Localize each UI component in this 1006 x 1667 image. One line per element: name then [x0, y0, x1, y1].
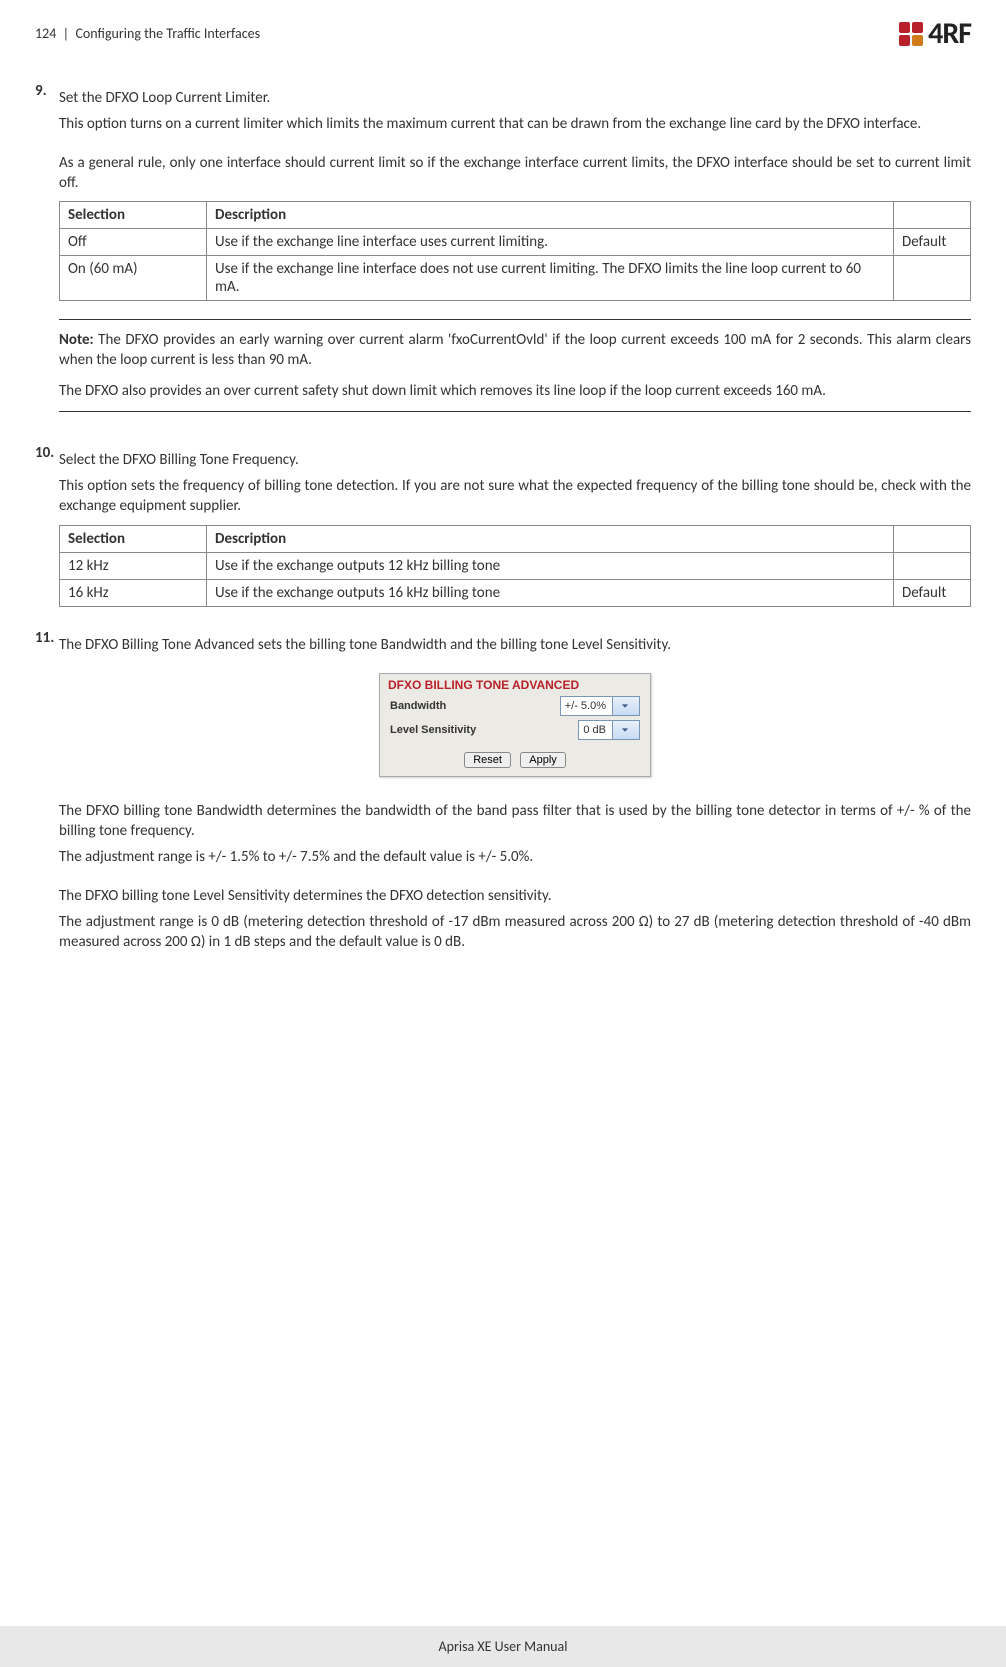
- note-text: The DFXO provides an early warning over …: [59, 331, 971, 369]
- table-cell: Default: [894, 229, 971, 256]
- table-cell: Default: [894, 579, 971, 606]
- widget-buttons: Reset Apply: [380, 742, 650, 776]
- paragraph: The DFXO billing tone Level Sensitivity …: [59, 886, 971, 906]
- reset-button[interactable]: Reset: [464, 752, 511, 768]
- header-section: Configuring the Traffic Interfaces: [75, 25, 260, 42]
- logo-dots-icon: [899, 22, 923, 46]
- table-cell: Use if the exchange outputs 12 kHz billi…: [207, 552, 894, 579]
- step-title: Select the DFXO Billing Tone Frequency.: [59, 450, 971, 470]
- page-number: 124: [35, 25, 56, 42]
- level-sensitivity-value: 0 dB: [579, 724, 612, 736]
- table-header: Description: [207, 525, 894, 552]
- paragraph: This option turns on a current limiter w…: [59, 114, 971, 134]
- table-cell: Use if the exchange line interface does …: [207, 256, 894, 301]
- level-sensitivity-label: Level Sensitivity: [390, 724, 578, 736]
- table-cell: Use if the exchange outputs 16 kHz billi…: [207, 579, 894, 606]
- bandwidth-value: +/- 5.0%: [561, 700, 612, 712]
- logo-text: 4RF: [928, 15, 971, 52]
- step-9: 9. Set the DFXO Loop Current Limiter. Th…: [59, 82, 971, 440]
- step-10: 10. Select the DFXO Billing Tone Frequen…: [59, 444, 971, 625]
- level-sensitivity-select[interactable]: 0 dB: [578, 720, 640, 740]
- table-row: Selection Description: [60, 202, 971, 229]
- step-number: 10.: [35, 444, 59, 625]
- widget-row-bandwidth: Bandwidth +/- 5.0%: [380, 694, 650, 718]
- selection-table: Selection Description 12 kHz Use if the …: [59, 525, 971, 607]
- dfxo-billing-widget: DFXO BILLING TONE ADVANCED Bandwidth +/-…: [379, 673, 651, 777]
- paragraph: The adjustment range is +/- 1.5% to +/- …: [59, 847, 971, 867]
- page-footer: Aprisa XE User Manual: [0, 1626, 1006, 1667]
- widget-title: DFXO BILLING TONE ADVANCED: [380, 674, 650, 694]
- note-label: Note:: [59, 331, 94, 349]
- paragraph: The adjustment range is 0 dB (metering d…: [59, 912, 971, 953]
- paragraph: This option sets the frequency of billin…: [59, 476, 971, 517]
- paragraph: The DFXO billing tone Bandwidth determin…: [59, 801, 971, 842]
- table-header: Description: [207, 202, 894, 229]
- table-row: Selection Description: [60, 525, 971, 552]
- step-number: 9.: [35, 82, 59, 440]
- step-number: 11.: [35, 629, 59, 971]
- table-cell: On (60 mA): [60, 256, 207, 301]
- step-11: 11. The DFXO Billing Tone Advanced sets …: [59, 629, 971, 971]
- table-cell: 12 kHz: [60, 552, 207, 579]
- step-title: The DFXO Billing Tone Advanced sets the …: [59, 635, 971, 655]
- table-header: [894, 202, 971, 229]
- table-header: [894, 525, 971, 552]
- note-paragraph: Note: The DFXO provides an early warning…: [59, 330, 971, 371]
- header-left: 124 | Configuring the Traffic Interfaces: [35, 25, 260, 42]
- selection-table: Selection Description Off Use if the exc…: [59, 201, 971, 301]
- footer-text: Aprisa XE User Manual: [439, 1638, 568, 1655]
- bandwidth-select[interactable]: +/- 5.0%: [560, 696, 640, 716]
- page-header: 124 | Configuring the Traffic Interfaces…: [35, 15, 971, 52]
- table-cell: [894, 552, 971, 579]
- step-title: Set the DFXO Loop Current Limiter.: [59, 88, 971, 108]
- table-header: Selection: [60, 202, 207, 229]
- note-box: Note: The DFXO provides an early warning…: [59, 319, 971, 412]
- apply-button[interactable]: Apply: [520, 752, 566, 768]
- table-row: Off Use if the exchange line interface u…: [60, 229, 971, 256]
- bandwidth-label: Bandwidth: [390, 700, 560, 712]
- table-header: Selection: [60, 525, 207, 552]
- table-row: On (60 mA) Use if the exchange line inte…: [60, 256, 971, 301]
- table-cell: Use if the exchange line interface uses …: [207, 229, 894, 256]
- table-cell: Off: [60, 229, 207, 256]
- chevron-down-icon: [612, 697, 639, 715]
- table-cell: 16 kHz: [60, 579, 207, 606]
- header-sep: |: [63, 25, 69, 42]
- brand-logo: 4RF: [899, 15, 971, 52]
- table-cell: [894, 256, 971, 301]
- chevron-down-icon: [612, 721, 639, 739]
- table-row: 12 kHz Use if the exchange outputs 12 kH…: [60, 552, 971, 579]
- table-row: 16 kHz Use if the exchange outputs 16 kH…: [60, 579, 971, 606]
- note-paragraph: The DFXO also provides an over current s…: [59, 381, 971, 401]
- paragraph: As a general rule, only one interface sh…: [59, 153, 971, 194]
- widget-row-level: Level Sensitivity 0 dB: [380, 718, 650, 742]
